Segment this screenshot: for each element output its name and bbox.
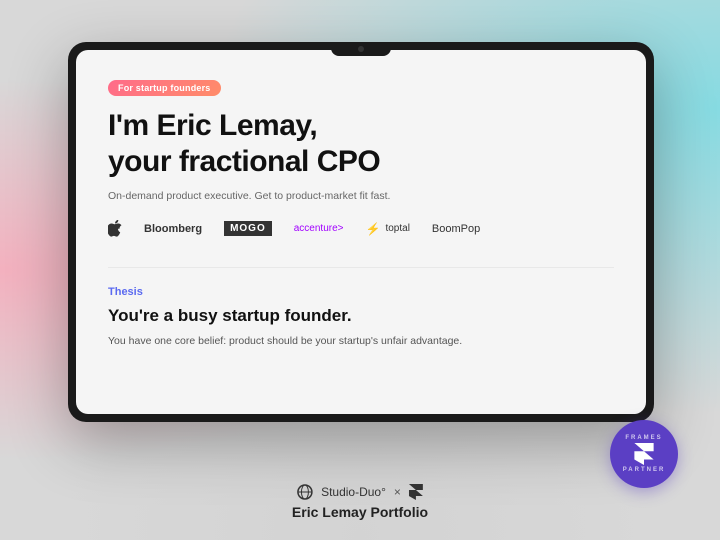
portfolio-title: Eric Lemay Portfolio (292, 504, 428, 520)
thesis-heading: You're a busy startup founder. (108, 306, 614, 326)
badge-text-top: FRAMES (625, 435, 662, 441)
screen-content: For startup founders I'm Eric Lemay, you… (76, 50, 646, 414)
logo-apple (108, 220, 122, 237)
logo-accenture: accenture> (294, 223, 344, 234)
thesis-label: Thesis (108, 286, 614, 298)
logos-row: Bloomberg MOGO accenture> ⚡toptal BoomPo… (108, 220, 614, 237)
badge-text-bottom: PARTNER (623, 467, 666, 473)
bottom-label-row1: Studio-Duo° × (292, 484, 428, 500)
logo-bloomberg: Bloomberg (144, 223, 202, 235)
section-divider (108, 267, 614, 268)
logo-mogo: MOGO (224, 221, 272, 236)
device-top-bar (331, 42, 391, 56)
hero-subtext: On-demand product executive. Get to prod… (108, 190, 614, 202)
badge-framer-icon (634, 443, 654, 465)
device-screen: For startup founders I'm Eric Lemay, you… (76, 50, 646, 414)
bottom-label: Studio-Duo° × Eric Lemay Portfolio (292, 484, 428, 520)
startup-founders-tag: For startup founders (108, 80, 221, 96)
hero-heading-line2: your fractional CPO (108, 145, 380, 178)
logo-boompop: BoomPop (432, 223, 480, 235)
globe-icon (297, 484, 313, 500)
badge-circle: FRAMES PARTNER (610, 420, 678, 488)
hero-heading-line1: I'm Eric Lemay, (108, 109, 317, 142)
studio-duo-label: Studio-Duo° (321, 485, 386, 499)
device-camera (358, 46, 364, 52)
framer-icon (409, 484, 423, 500)
frames-partner-badge: FRAMES PARTNER (610, 420, 678, 488)
device-frame: For startup founders I'm Eric Lemay, you… (68, 42, 654, 422)
logo-toptal: ⚡toptal (366, 222, 410, 236)
times-symbol: × (394, 485, 401, 499)
hero-heading: I'm Eric Lemay, your fractional CPO (108, 108, 614, 180)
thesis-section: Thesis You're a busy startup founder. Yo… (108, 286, 614, 350)
thesis-body: You have one core belief: product should… (108, 334, 614, 350)
